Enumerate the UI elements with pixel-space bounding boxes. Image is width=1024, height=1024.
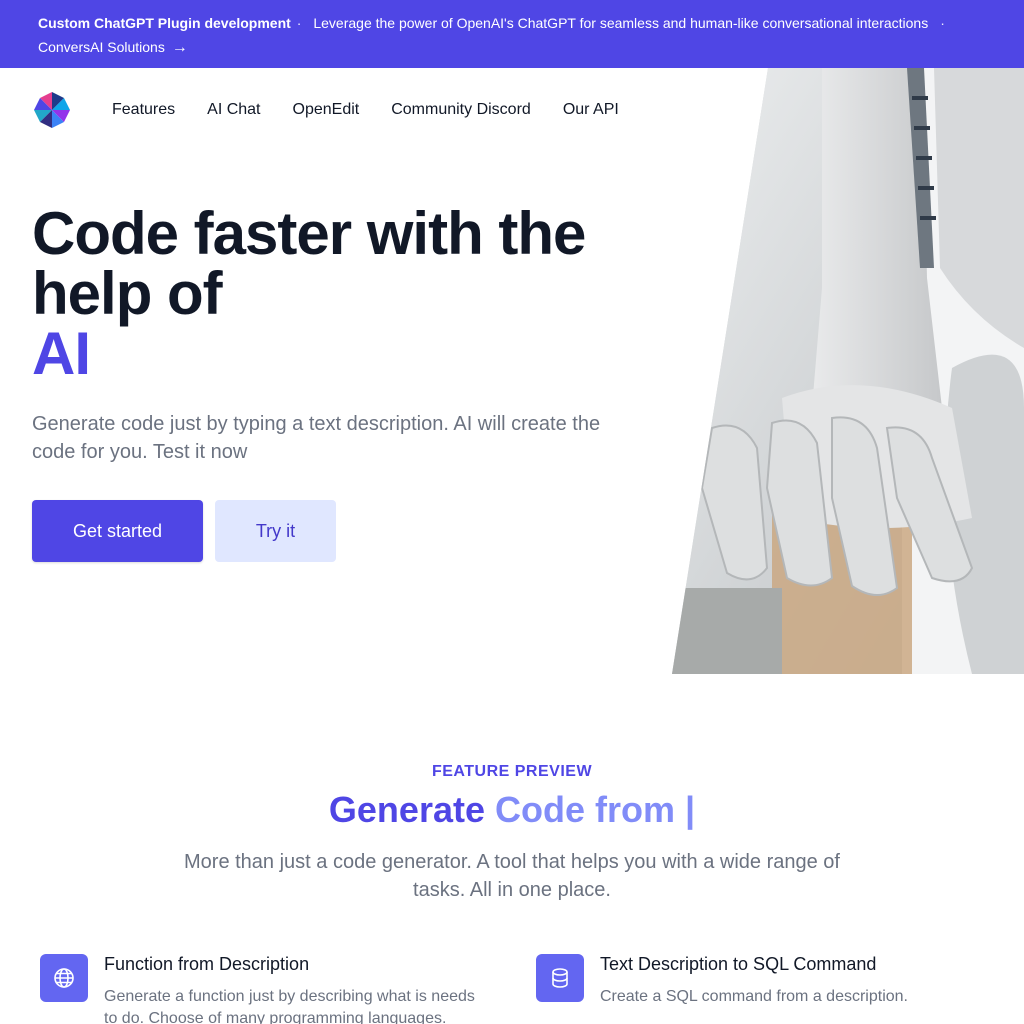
section-title-part1: Generate	[328, 789, 485, 830]
hero-title-main: Code faster with the help of	[32, 200, 586, 327]
nav-our-api[interactable]: Our API	[563, 90, 619, 130]
section-title: Generate Code from |	[0, 788, 1024, 832]
announcement-banner: Custom ChatGPT Plugin development · Lever…	[0, 0, 1024, 68]
hero-image	[672, 68, 1024, 674]
section-eyebrow: FEATURE PREVIEW	[431, 763, 593, 780]
nav-community-discord[interactable]: Community Discord	[391, 90, 531, 130]
feature-title: Text Description to SQL Command	[600, 954, 877, 974]
hero-title: Code faster with the help of AI	[32, 204, 652, 384]
database-icon	[536, 954, 584, 1002]
nav-openedit[interactable]: OpenEdit	[293, 90, 360, 130]
get-started-button[interactable]: Get started	[32, 500, 203, 562]
nav-features[interactable]: Features	[112, 90, 175, 130]
globe-icon	[40, 954, 88, 1002]
nav-ai-chat[interactable]: AI Chat	[207, 90, 260, 130]
banner-separator: ·	[940, 15, 945, 31]
try-it-button[interactable]: Try it	[215, 500, 336, 562]
banner-link-label: ConversAI Solutions	[38, 39, 165, 55]
section-title-part2: Code from |	[495, 789, 696, 830]
banner-separator: ·	[296, 15, 302, 31]
banner-title: Custom ChatGPT Plugin development	[38, 15, 291, 31]
banner-message: Leverage the power of OpenAI's ChatGPT f…	[313, 15, 929, 31]
hero-title-accent: AI	[32, 320, 91, 387]
section-subtitle: More than just a code generator. A tool …	[184, 851, 840, 901]
main-nav: Features AI Chat OpenEdit Community Disc…	[32, 90, 651, 130]
feature-title: Function from Description	[104, 954, 310, 974]
pinwheel-logo-icon[interactable]	[32, 90, 72, 130]
hero-subtitle: Generate code just by typing a text desc…	[32, 413, 601, 463]
robot-hand-illustration	[672, 68, 1024, 674]
arrow-right-icon: →	[171, 39, 188, 56]
feature-description: Generate a function just by describing w…	[104, 988, 475, 1024]
banner-link[interactable]: ConversAI Solutions →	[38, 39, 188, 56]
feature-description: Create a SQL command from a description.	[600, 988, 908, 1005]
